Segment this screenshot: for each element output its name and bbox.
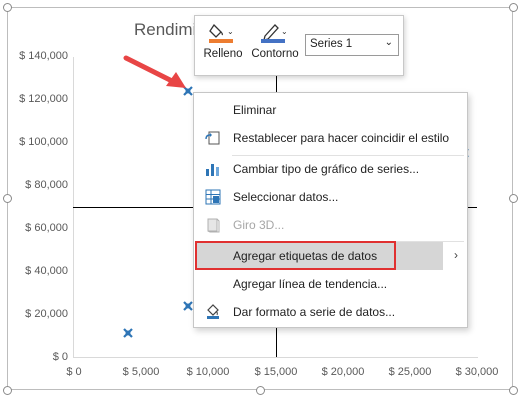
chevron-down-icon: ⌄ <box>384 37 393 48</box>
series-dropdown-value: Series 1 <box>310 38 353 50</box>
resize-handle-middle-left[interactable] <box>3 194 12 203</box>
menu-item-reset-style[interactable]: Restablecer para hacer coincidir el esti… <box>195 124 466 152</box>
x-tick-label: $ 10,000 <box>186 366 230 378</box>
resize-handle-bottom-right[interactable] <box>509 386 518 395</box>
chevron-right-icon: › <box>454 248 458 262</box>
fill-label: Relleno <box>203 48 243 60</box>
menu-item-label: Restablecer para hacer coincidir el esti… <box>233 131 450 145</box>
scatter-point[interactable] <box>122 328 133 339</box>
menu-item-label: Dar formato a serie de datos... <box>233 305 396 319</box>
menu-item-label: Eliminar <box>233 103 277 117</box>
resize-handle-bottom-left[interactable] <box>3 386 12 395</box>
format-mini-toolbar: ⌄ Relleno ⌄ Contorno Series 1 ⌄ <box>194 15 404 76</box>
scatter-point[interactable] <box>183 300 193 311</box>
x-tick-label: $ 25,000 <box>388 366 432 378</box>
svg-text:⌄: ⌄ <box>281 27 288 36</box>
resize-handle-top-left[interactable] <box>3 3 12 12</box>
y-tick-label: $ 100,000 <box>19 136 68 148</box>
menu-item-label: Agregar línea de tendencia... <box>233 277 388 291</box>
outline-label: Contorno <box>251 48 299 60</box>
x-tick-label: $ 30,000 <box>455 366 499 378</box>
paint-bucket-icon: ⌄ <box>209 23 234 43</box>
y-tick-label: $ 20,000 <box>25 308 68 320</box>
format-series-icon <box>207 304 219 319</box>
change-chart-type-icon <box>206 164 219 176</box>
y-tick-label: $ 0 <box>52 351 68 363</box>
chart-title[interactable]: Rendimi <box>134 20 196 40</box>
y-tick-label: $ 60,000 <box>25 222 68 234</box>
fill-button[interactable]: ⌄ Relleno <box>201 22 245 60</box>
x-tick-label: $ 15,000 <box>254 366 298 378</box>
context-menu: Eliminar Restablecer para hacer coincidi… <box>193 92 468 328</box>
y-tick-label: $ 140,000 <box>19 50 68 62</box>
pen-outline-icon: ⌄ <box>261 24 288 43</box>
x-tick-label: $ 5,000 <box>122 366 160 378</box>
y-tick-label: $ 40,000 <box>25 265 68 277</box>
menu-item-change-chart-type[interactable]: Cambiar tipo de gráfico de series... <box>195 155 466 183</box>
outline-button[interactable]: ⌄ Contorno <box>248 22 302 60</box>
resize-handle-bottom-middle[interactable] <box>256 386 265 395</box>
y-tick-label: $ 120,000 <box>19 93 68 105</box>
svg-text:⌄: ⌄ <box>227 27 234 36</box>
menu-item-label: Seleccionar datos... <box>233 190 339 204</box>
rotation-3d-icon <box>207 218 220 233</box>
select-data-icon <box>205 189 221 205</box>
y-tick-label: $ 80,000 <box>25 179 68 191</box>
menu-item-format-data-series[interactable]: Dar formato a serie de datos... <box>195 298 466 326</box>
x-tick-label: $ 20,000 <box>321 366 365 378</box>
menu-item-3d-rotation[interactable]: Giro 3D... <box>195 211 466 239</box>
resize-handle-middle-right[interactable] <box>509 194 518 203</box>
annotation-arrow-icon <box>123 55 186 88</box>
submenu-arrow-area[interactable]: › <box>443 242 466 270</box>
series-dropdown[interactable]: Series 1 ⌄ <box>305 34 399 56</box>
menu-item-label: Cambiar tipo de gráfico de series... <box>233 162 420 176</box>
menu-item-add-trendline[interactable]: Agregar línea de tendencia... <box>195 270 466 298</box>
menu-item-label: Giro 3D... <box>233 218 285 232</box>
reset-style-icon <box>205 131 220 145</box>
x-tick-label: $ 0 <box>66 366 82 378</box>
resize-handle-top-right[interactable] <box>509 3 518 12</box>
menu-item-delete[interactable]: Eliminar <box>195 96 466 124</box>
highlight-box <box>195 241 396 270</box>
menu-item-select-data[interactable]: Seleccionar datos... <box>195 183 466 211</box>
